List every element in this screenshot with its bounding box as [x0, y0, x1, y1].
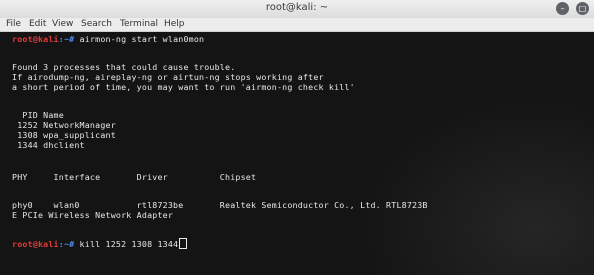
process-row: 1308 wpa_supplicant [12, 130, 116, 140]
terminal-output[interactable]: root@kali:~# airmon-ng start wlan0mon Fo… [0, 32, 594, 275]
menu-terminal[interactable]: Terminal [120, 19, 158, 29]
menu-search[interactable]: Search [81, 19, 112, 29]
process-row: 1344 dhclient [12, 140, 85, 150]
prompt-path: :~# [58, 239, 75, 249]
window-title: root@kali: ~ [265, 2, 329, 13]
process-header: PID Name [12, 110, 64, 120]
output-line: a short period of time, you may want to … [12, 82, 355, 92]
command-line-1: root@kali:~# airmon-ng start wlan0mon [12, 34, 204, 44]
terminal-window: root@kali: ~ – □ File Edit View Search T… [0, 0, 594, 275]
interface-header: PHY Interface Driver Chipset [12, 172, 257, 182]
command-line-2: root@kali:~# kill 1252 1308 1344 [12, 238, 188, 249]
command-text: airmon-ng start wlan0mon [74, 34, 205, 44]
interface-row: E PCIe Wireless Network Adapter [12, 210, 174, 220]
maximize-icon[interactable]: □ [576, 2, 589, 15]
menu-file[interactable]: File [6, 19, 21, 29]
prompt-path: :~# [58, 34, 75, 44]
command-text: kill 1252 1308 1344 [74, 239, 179, 249]
title-bar[interactable]: root@kali: ~ – □ [0, 0, 594, 19]
menu-bar: File Edit View Search Terminal Help [0, 18, 594, 32]
minimize-icon[interactable]: – [556, 2, 569, 15]
prompt-user: root@kali [12, 34, 59, 44]
menu-view[interactable]: View [52, 19, 73, 29]
menu-edit[interactable]: Edit [29, 19, 46, 29]
prompt-user: root@kali [12, 239, 59, 249]
menu-help[interactable]: Help [164, 19, 185, 29]
output-line: If airodump-ng, aireplay-ng or airtun-ng… [12, 72, 324, 82]
text-cursor [179, 238, 188, 249]
process-row: 1252 NetworkManager [12, 120, 116, 130]
output-line: Found 3 processes that could cause troub… [12, 62, 236, 72]
interface-row: phy0 wlan0 rtl8723be Realtek Semiconduct… [12, 200, 428, 210]
